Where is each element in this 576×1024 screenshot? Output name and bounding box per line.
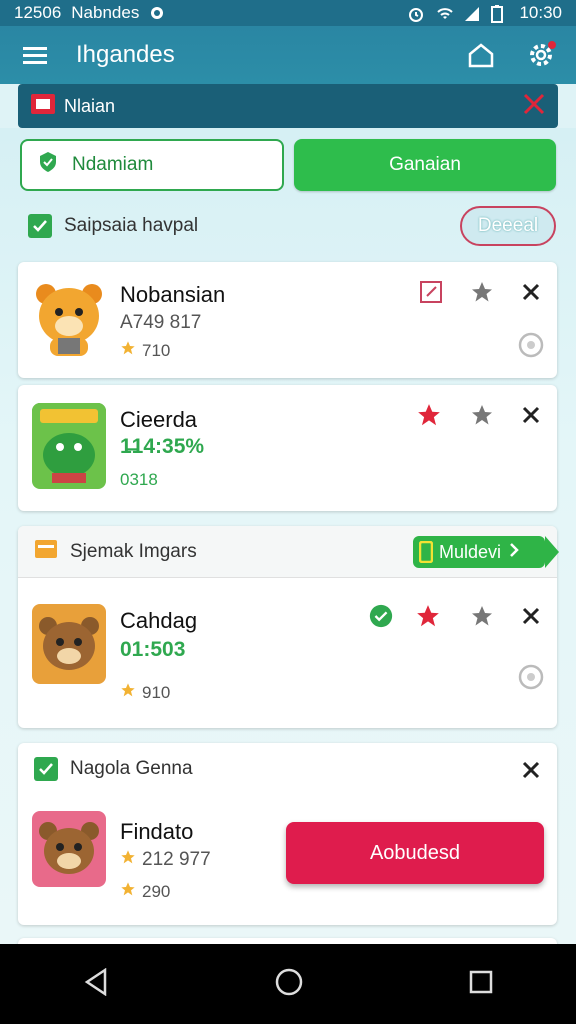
notice-text: Nlaian <box>64 95 116 116</box>
section-header: Sjemak Imgars Muldevi <box>18 526 559 578</box>
list-card[interactable]: Cieerda 1̶14:35% 0318 <box>18 385 557 511</box>
system-navigation-bar <box>0 944 576 1024</box>
card-icon <box>30 93 56 120</box>
section-checkbox[interactable] <box>34 757 58 781</box>
bear-avatar <box>32 811 106 891</box>
status-bar: 12506 Nabndes 10:30 <box>0 0 576 26</box>
close-icon[interactable] <box>518 279 544 305</box>
item-name: Findato <box>120 819 194 844</box>
battery-icon <box>491 5 509 23</box>
dino-avatar <box>32 403 106 489</box>
chevron-right-icon <box>509 542 519 563</box>
filter-pill-label: Deeeal <box>477 215 539 236</box>
section-card: Sjemak Imgars Muldevi Cahdag 01:503 910 <box>18 526 559 728</box>
star-icon[interactable] <box>469 603 495 629</box>
item-rating: 910 <box>120 682 170 703</box>
close-icon[interactable] <box>518 402 544 428</box>
star-icon <box>120 340 136 361</box>
signal-icon <box>463 5 481 21</box>
filter-label: Saipsaia havpal <box>64 215 199 236</box>
star-icon <box>120 682 136 703</box>
notification-icon <box>149 5 167 21</box>
item-name: Cieerda <box>120 407 198 432</box>
animal-avatar <box>32 604 106 684</box>
solid-button[interactable]: Ganaian <box>294 139 556 191</box>
check-circle-icon[interactable] <box>368 603 394 629</box>
outline-button[interactable]: Ndamiam <box>20 139 284 191</box>
section-header-label: Nagola Genna <box>70 758 193 779</box>
item-price-value: 212 977 <box>142 849 211 870</box>
item-name: Nobansian <box>120 282 226 307</box>
recents-icon[interactable] <box>469 970 493 999</box>
primary-action-button[interactable]: Aobudesd <box>286 822 544 884</box>
radio-icon[interactable] <box>518 664 544 690</box>
app-bar: Ihgandes <box>0 26 576 84</box>
primary-action-label: Aobudesd <box>369 841 461 864</box>
close-icon[interactable] <box>518 757 544 783</box>
filter-checkbox[interactable] <box>28 214 52 238</box>
item-rating: 290 <box>120 881 170 902</box>
item-rating: 710 <box>120 340 170 361</box>
section-chip-button[interactable]: Muldevi <box>413 536 559 568</box>
app-title: Ihgandes <box>76 41 175 68</box>
close-icon[interactable] <box>522 92 546 121</box>
solid-button-label: Ganaian <box>389 154 461 175</box>
star-icon[interactable] <box>469 402 495 428</box>
item-name: Cahdag <box>120 608 198 633</box>
star-icon <box>120 881 136 902</box>
outline-button-label: Ndamiam <box>72 154 154 175</box>
item-rating-value: 710 <box>142 340 171 360</box>
filter-row: Saipsaia havpal Deeeal <box>28 205 556 247</box>
settings-icon[interactable] <box>526 40 556 70</box>
item-rating-value: 290 <box>142 881 171 901</box>
favorite-star-icon[interactable] <box>415 603 441 629</box>
item-percent: 1̶14:35% <box>120 435 205 458</box>
status-left-text: 12506 <box>14 3 62 22</box>
list-card[interactable]: Nobansian A749 817 710 <box>18 262 557 378</box>
item-code: 01:503 <box>120 638 186 661</box>
back-icon[interactable] <box>83 967 109 1001</box>
item-price: 212 977 <box>120 849 211 871</box>
wifi-icon <box>435 5 454 21</box>
section-header-label: Sjemak Imgars <box>70 540 197 562</box>
star-icon <box>120 849 136 871</box>
button-row: Ndamiam Ganaian <box>20 139 556 191</box>
close-icon[interactable] <box>518 603 544 629</box>
star-icon[interactable] <box>469 279 495 305</box>
section-header: Nagola Genna <box>34 757 193 781</box>
status-app-name: Nabndes <box>71 3 140 22</box>
menu-icon[interactable] <box>20 40 50 70</box>
alarm-icon <box>407 5 425 22</box>
notice-bar: Nlaian <box>18 84 558 128</box>
status-time: 10:30 <box>519 3 562 22</box>
favorite-star-icon[interactable] <box>416 402 442 428</box>
radio-icon[interactable] <box>518 332 544 358</box>
filter-pill-button[interactable]: Deeeal <box>460 206 556 246</box>
item-code: A749 817 <box>120 312 202 333</box>
item-code: 0318 <box>120 470 158 489</box>
edit-icon[interactable] <box>418 279 444 305</box>
shield-check-icon <box>38 151 58 179</box>
bear-avatar <box>32 276 106 356</box>
section-chip-label: Muldevi <box>439 541 502 562</box>
folder-icon <box>34 539 58 564</box>
home-icon[interactable] <box>466 40 496 70</box>
home-circle-icon[interactable] <box>275 968 303 1001</box>
item-rating-value: 910 <box>142 682 171 702</box>
